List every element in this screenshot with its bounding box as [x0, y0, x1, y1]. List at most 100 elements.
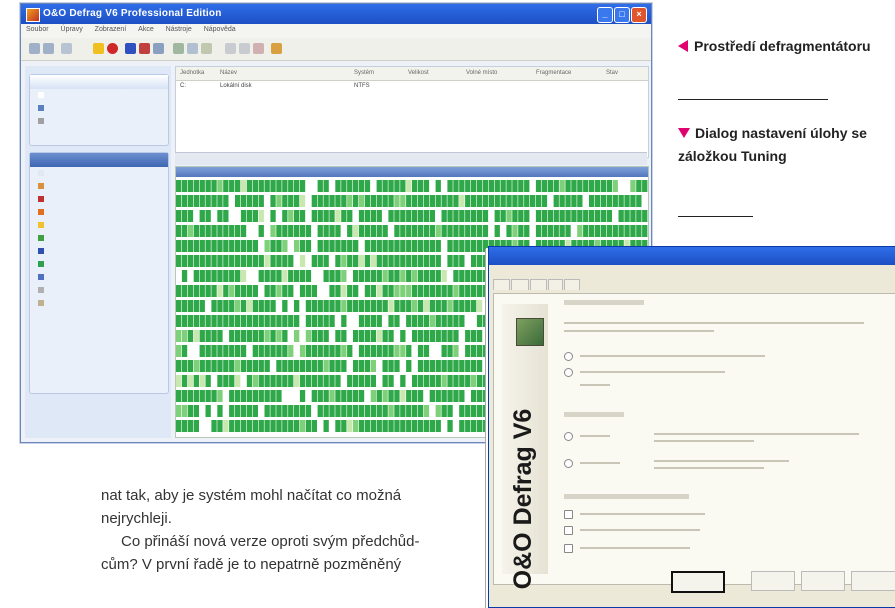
cluster-block [276, 345, 282, 357]
cluster-block [205, 270, 211, 282]
view-item[interactable] [30, 180, 168, 193]
cluster-block [240, 315, 247, 327]
option-checkbox[interactable] [564, 510, 573, 519]
cluster-block [417, 255, 424, 267]
cluster-block [193, 315, 199, 327]
view-item[interactable] [30, 245, 168, 258]
option-radio[interactable] [564, 368, 573, 377]
cluster-block [476, 240, 483, 252]
cluster-block [176, 195, 182, 207]
minimize-button[interactable]: _ [597, 7, 613, 23]
cluster-block [329, 195, 335, 207]
tab-tuning[interactable] [547, 279, 563, 290]
cluster-block [429, 390, 435, 402]
option-checkbox[interactable] [564, 526, 573, 535]
tab-schedule[interactable] [510, 279, 530, 290]
cluster-block [323, 420, 329, 432]
pause-icon[interactable] [93, 43, 104, 54]
col-header[interactable]: Systém [354, 70, 374, 76]
task-item[interactable] [30, 115, 168, 128]
menu-tools[interactable]: Nástroje [161, 24, 197, 35]
ok-button[interactable] [671, 571, 725, 593]
view-item[interactable] [30, 271, 168, 284]
zoom-icon[interactable] [239, 43, 250, 54]
col-header[interactable]: Velikost [408, 70, 429, 76]
maximize-button[interactable]: □ [614, 7, 630, 23]
view-item[interactable] [30, 206, 168, 219]
schedule-icon[interactable] [187, 43, 198, 54]
menu-file[interactable]: Soubor [21, 24, 54, 35]
cluster-block [459, 180, 465, 192]
cancel-button[interactable] [751, 571, 795, 591]
cluster-block [240, 330, 247, 342]
col-header[interactable]: Jednotka [180, 70, 204, 76]
col-header[interactable]: Název [220, 70, 237, 76]
tab-files[interactable] [530, 279, 547, 290]
task-item[interactable] [30, 102, 168, 115]
close-button[interactable]: × [631, 7, 647, 23]
cluster-block [435, 255, 441, 267]
forward-icon[interactable] [43, 43, 54, 54]
menu-view[interactable]: Zobrazení [90, 24, 132, 35]
cluster-block [187, 270, 194, 282]
cluster-block [406, 240, 412, 252]
cluster-block [423, 360, 430, 372]
option-checkbox[interactable] [564, 544, 573, 553]
view-item[interactable] [30, 232, 168, 245]
splitter-bar[interactable] [175, 152, 647, 165]
cluster-block [199, 225, 205, 237]
menu-action[interactable]: Akce [133, 24, 159, 35]
view-item[interactable] [30, 219, 168, 232]
view-icon[interactable] [225, 43, 236, 54]
job-icon[interactable] [173, 43, 184, 54]
help-button[interactable] [851, 571, 895, 591]
stop-icon[interactable] [107, 43, 118, 54]
menu-edit[interactable]: Úpravy [56, 24, 88, 35]
report-icon[interactable] [153, 43, 164, 54]
option-radio[interactable] [564, 432, 573, 441]
view-item[interactable] [30, 193, 168, 206]
col-header[interactable]: Stav [606, 70, 618, 76]
cluster-block [264, 180, 270, 192]
col-header[interactable]: Volné místo [466, 70, 497, 76]
settings-icon[interactable] [201, 43, 212, 54]
option-radio[interactable] [564, 459, 573, 468]
option-radio[interactable] [564, 352, 573, 361]
menu-help[interactable]: Nápověda [199, 24, 241, 35]
view-item[interactable] [30, 297, 168, 310]
cluster-block [435, 360, 441, 372]
cluster-block [305, 345, 312, 357]
help-icon[interactable] [271, 43, 282, 54]
defrag-icon[interactable] [139, 43, 150, 54]
cluster-block [429, 330, 435, 342]
cluster-block [400, 240, 406, 252]
tab-general[interactable] [493, 279, 510, 290]
task-item[interactable] [30, 89, 168, 102]
cluster-block [341, 240, 347, 252]
analyze-icon[interactable] [125, 43, 136, 54]
view-item[interactable] [30, 284, 168, 297]
cluster-block [270, 405, 276, 417]
cluster-block [288, 315, 294, 327]
back-icon[interactable] [29, 43, 40, 54]
cluster-block [240, 390, 247, 402]
cluster-block [235, 345, 241, 357]
cluster-block [205, 255, 211, 267]
view-item[interactable] [30, 167, 168, 180]
cluster-block [571, 210, 577, 222]
cluster-block [482, 180, 489, 192]
cluster-block [211, 390, 217, 402]
cluster-block [305, 390, 312, 402]
tab-notification[interactable] [563, 279, 581, 290]
view-item[interactable] [30, 258, 168, 271]
refresh-icon[interactable] [61, 43, 72, 54]
cluster-block [376, 210, 382, 222]
cluster-block [347, 255, 353, 267]
filter-icon[interactable] [253, 43, 264, 54]
apply-button[interactable] [801, 571, 845, 591]
cluster-block [589, 195, 595, 207]
col-header[interactable]: Fragmentace [536, 70, 571, 76]
cluster-block [270, 240, 276, 252]
drive-row[interactable]: C: Lokální disk NTFS [176, 81, 648, 93]
cluster-block [176, 345, 182, 357]
